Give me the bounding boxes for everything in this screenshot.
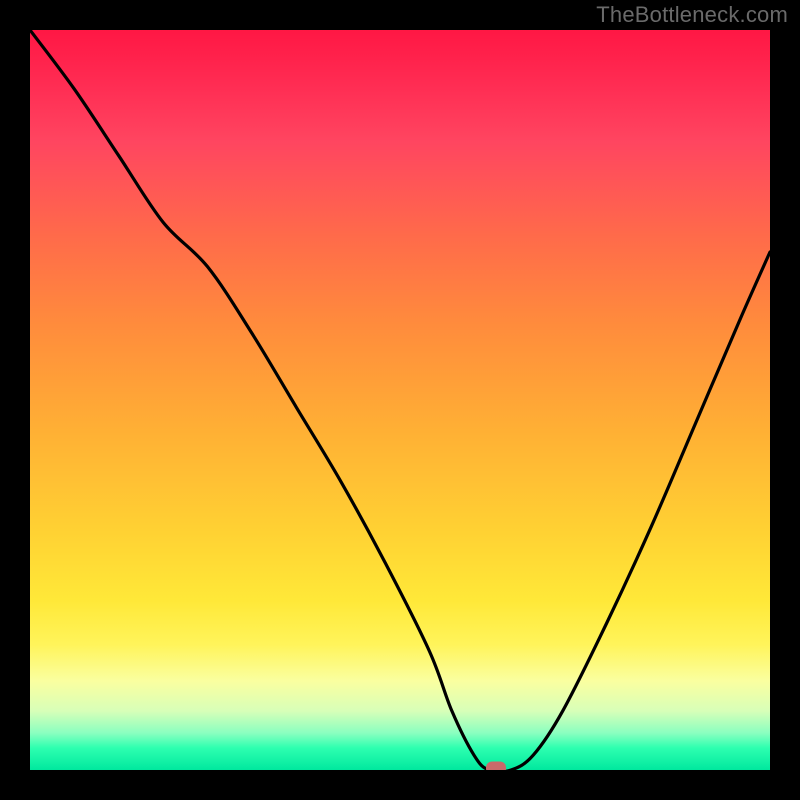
- curve-svg: [30, 30, 770, 770]
- plot-area: [30, 30, 770, 770]
- bottleneck-curve: [30, 30, 770, 770]
- watermark-text: TheBottleneck.com: [596, 2, 788, 28]
- minimum-marker: [486, 762, 506, 771]
- chart-frame: [0, 0, 800, 800]
